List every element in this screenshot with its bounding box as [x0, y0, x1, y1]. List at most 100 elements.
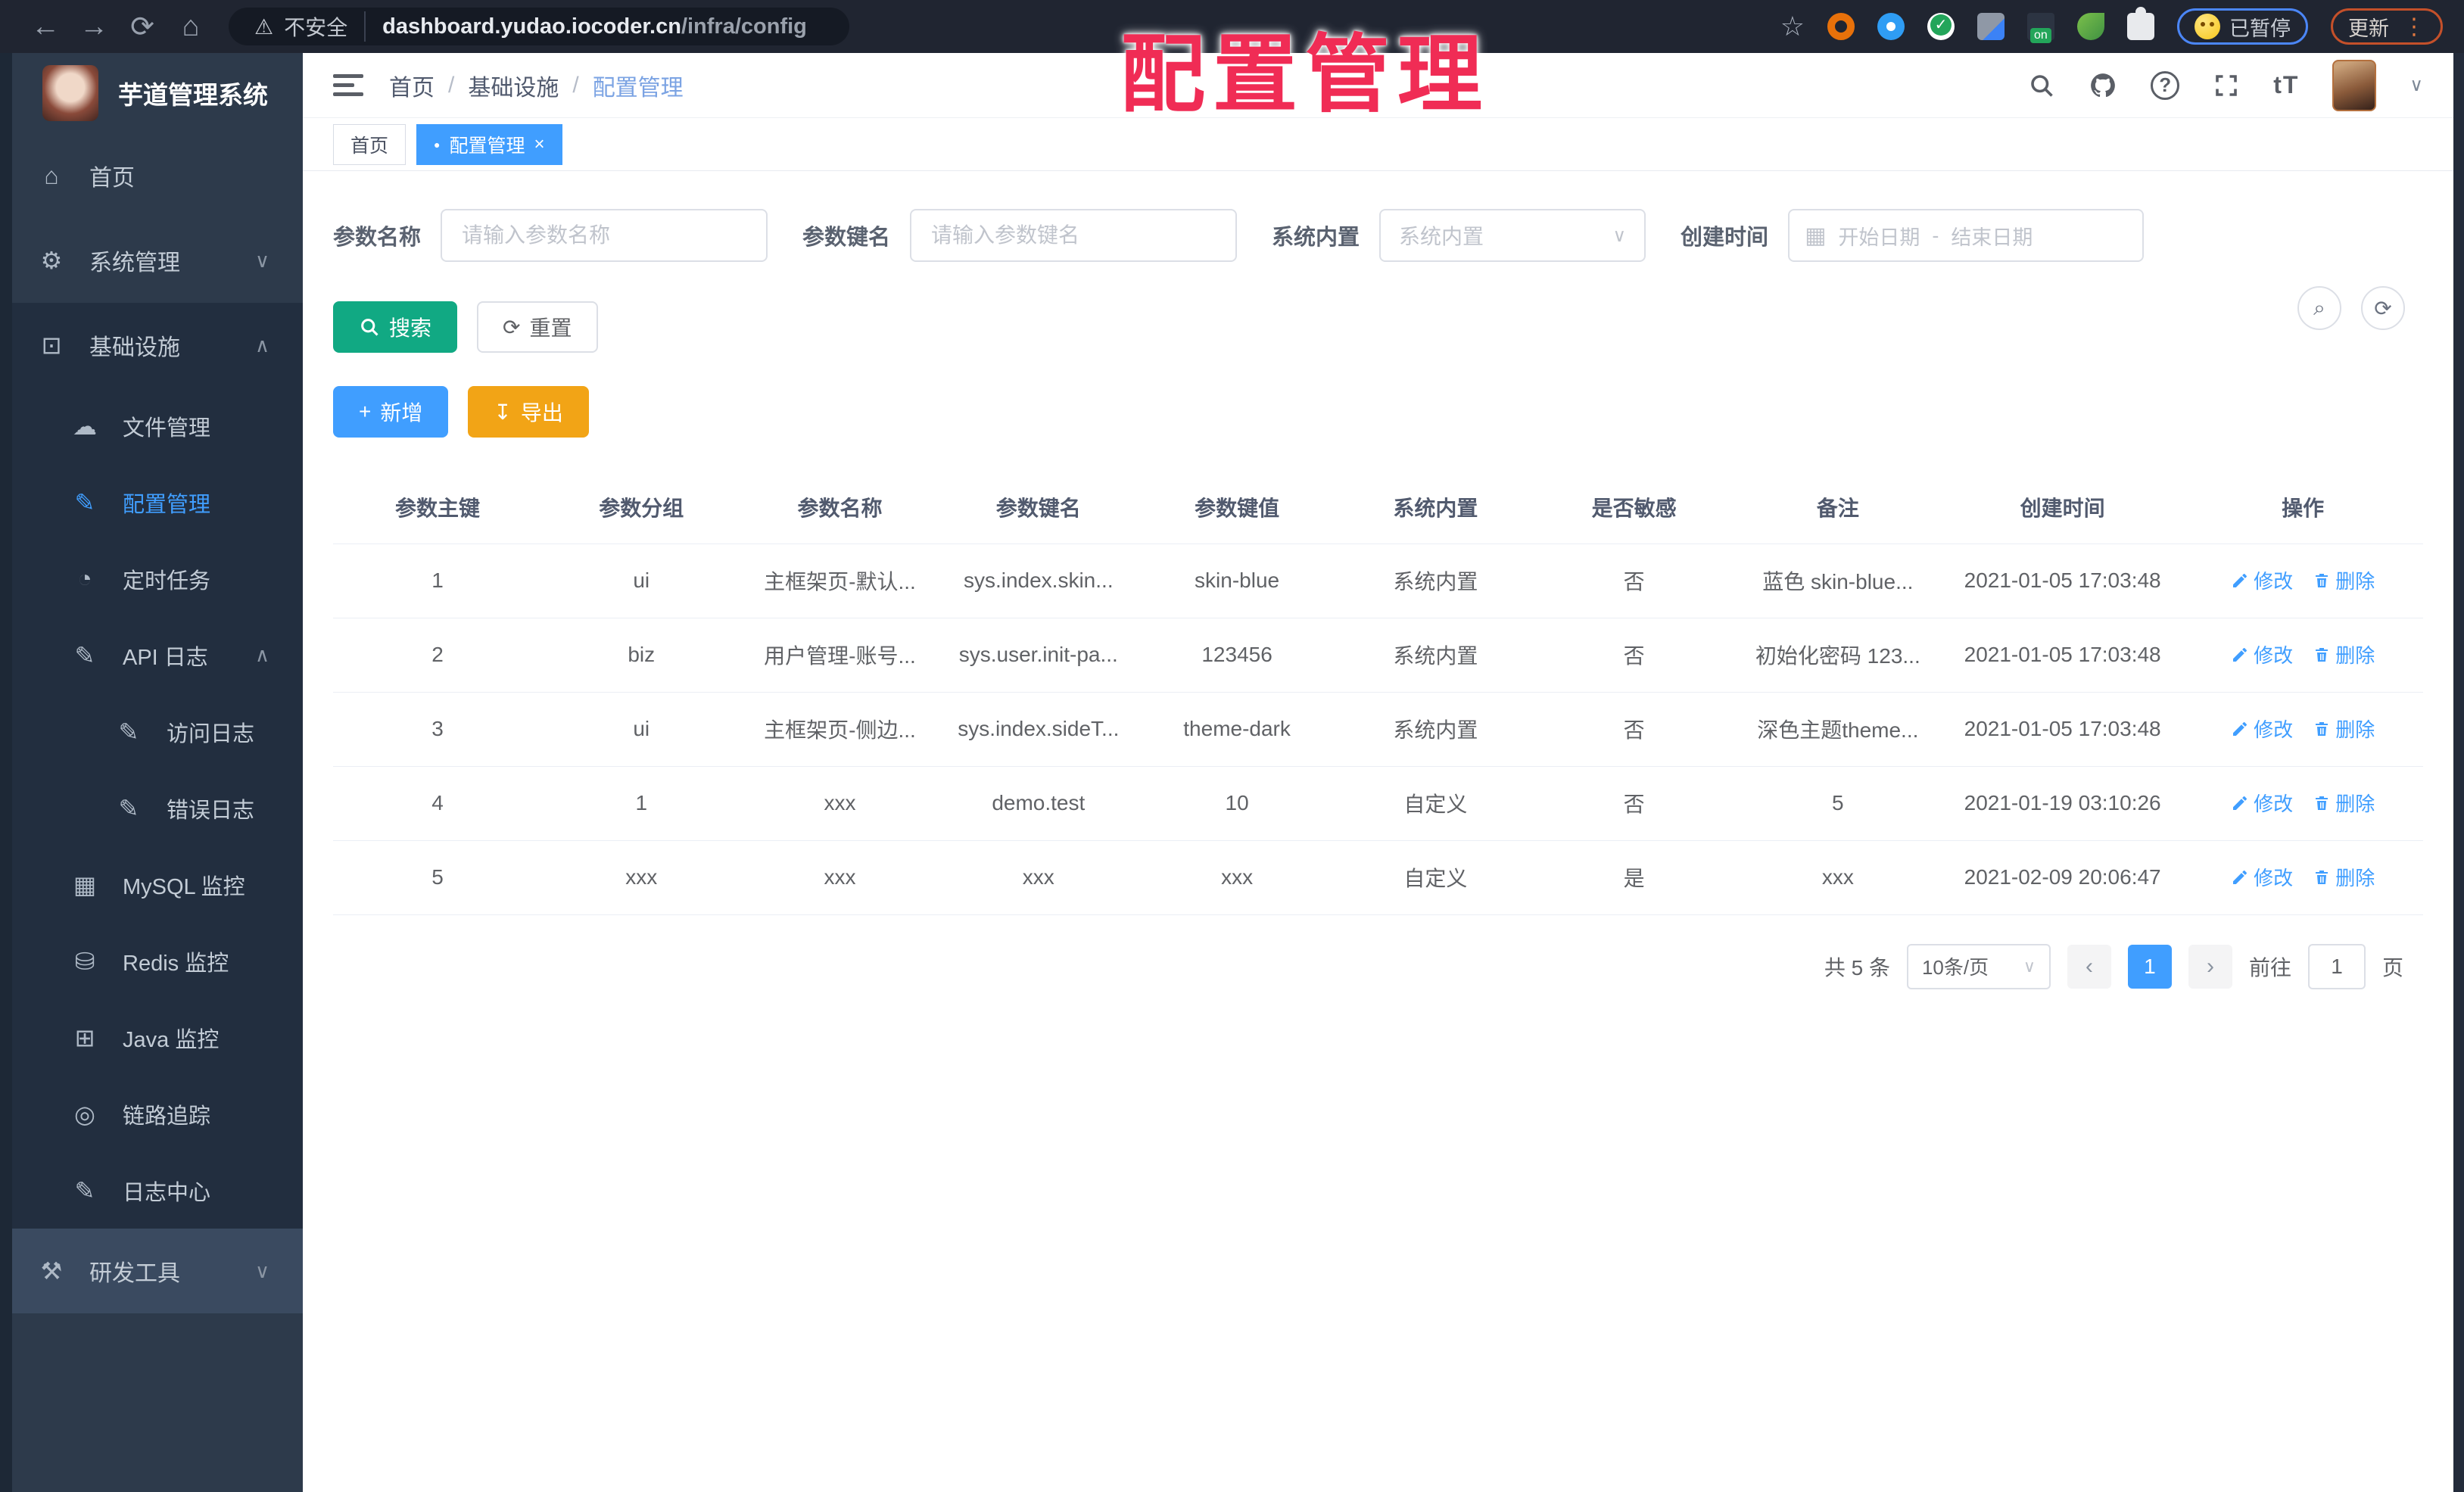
param-key-input[interactable] [910, 209, 1238, 262]
avatar[interactable] [2332, 59, 2377, 111]
tab-config-manage[interactable]: ● 配置管理 × [416, 123, 562, 165]
edit-link[interactable]: 修改 [2231, 566, 2293, 594]
export-button[interactable]: ↧ 导出 [468, 386, 589, 438]
avatar-caret-icon[interactable]: ∨ [2409, 74, 2423, 96]
close-icon[interactable]: × [534, 134, 545, 155]
delete-link[interactable]: 删除 [2313, 715, 2375, 743]
sidebar-item-dev-tools[interactable]: ⚒ 研发工具 ∨ [0, 1229, 303, 1313]
github-icon[interactable] [2089, 71, 2117, 100]
extension-leaf-icon[interactable] [2077, 13, 2104, 40]
filter-form: 参数名称 参数键名 系统内置 系统内置 ∨ 创建时间 [333, 209, 2423, 262]
not-secure-label[interactable]: 不安全 [284, 11, 366, 42]
cell-sensitive: 是 [1534, 840, 1734, 915]
extension-cube-icon[interactable] [1977, 13, 2005, 40]
cell-key: sys.index.sideT... [939, 692, 1138, 767]
total-count: 共 5 条 [1824, 955, 1890, 980]
add-button[interactable]: + 新增 [333, 386, 449, 438]
cell-builtin: 自定义 [1336, 840, 1535, 915]
chevron-down-icon: ∨ [2023, 956, 2036, 976]
builtin-select[interactable]: 系统内置 ∨ [1379, 209, 1646, 262]
page-scrollbar[interactable] [2453, 53, 2464, 1492]
delete-link[interactable]: 删除 [2313, 789, 2375, 817]
browser-back-button[interactable]: ← [21, 11, 70, 43]
extension-on-icon[interactable]: on [2027, 13, 2054, 43]
sidebar-item-log-center[interactable]: ✎ 日志中心 [0, 1152, 303, 1229]
sidebar-item-home[interactable]: ⌂ 首页 [0, 133, 303, 218]
breadcrumb-home[interactable]: 首页 [389, 69, 435, 102]
chevron-up-icon: ∧ [254, 333, 269, 357]
log-icon: ✎ [118, 794, 139, 822]
trash-icon [2316, 796, 2328, 810]
browser-home-button[interactable]: ⌂ [167, 11, 215, 43]
sidebar-item-trace[interactable]: ◎ 链路追踪 [0, 1076, 303, 1152]
log-icon: ✎ [118, 718, 139, 746]
browser-update-button[interactable]: 更新 ⋮ [2331, 8, 2443, 45]
browser-menu-icon[interactable]: ⋮ [2403, 14, 2425, 40]
sidebar-item-api-log[interactable]: ✎ API 日志 ∧ [0, 617, 303, 693]
sidebar-item-scheduled-task[interactable]: ◔ 定时任务 [0, 540, 303, 617]
refresh-icon: ⟳ [503, 315, 521, 339]
created-time-label: 创建时间 [1681, 226, 1769, 250]
page-size-select[interactable]: 10条/页 ∨ [1906, 943, 2051, 989]
sidebar-item-mysql-monitor[interactable]: ▦ MySQL 监控 [0, 846, 303, 923]
monitor-icon: ⊡ [41, 332, 62, 359]
next-page-button[interactable]: › [2188, 944, 2232, 989]
collapse-sidebar-icon[interactable] [333, 73, 363, 97]
url-host: dashboard.yudao.iocoder.cn [382, 14, 681, 39]
active-dot-icon: ● [434, 138, 441, 151]
sidebar-item-file-manage[interactable]: ☁ 文件管理 [0, 388, 303, 464]
goto-page-input[interactable] [2307, 943, 2366, 989]
search-icon[interactable] [2028, 72, 2055, 99]
sidebar-item-java-monitor[interactable]: ⊞ Java 监控 [0, 999, 303, 1076]
fullscreen-icon[interactable] [2213, 72, 2240, 99]
sidebar-item-access-log[interactable]: ✎ 访问日志 [0, 693, 303, 770]
builtin-label: 系统内置 [1272, 226, 1360, 250]
java-icon: ⊞ [74, 1023, 95, 1051]
cell-name: xxx [740, 840, 939, 915]
help-icon[interactable]: ? [2151, 70, 2180, 100]
bookmark-star-icon[interactable]: ☆ [1780, 11, 1805, 42]
log-icon: ✎ [74, 641, 95, 669]
cell-created: 2021-01-19 03:10:26 [1942, 766, 2183, 841]
delete-link[interactable]: 删除 [2313, 566, 2375, 594]
download-icon: ↧ [494, 400, 512, 424]
address-bar[interactable]: ⚠ 不安全 dashboard.yudao.iocoder.cn/infra/c… [229, 8, 849, 45]
cell-group: ui [542, 692, 741, 767]
trash-icon [2316, 870, 2328, 884]
page-1-button[interactable]: 1 [2127, 944, 2172, 989]
extensions-puzzle-icon[interactable] [2127, 7, 2154, 40]
sidebar-item-error-log[interactable]: ✎ 错误日志 [0, 770, 303, 846]
edit-link[interactable]: 修改 [2231, 640, 2293, 668]
refresh-table-button[interactable]: ⟳ [2361, 286, 2405, 330]
edit-link[interactable]: 修改 [2231, 863, 2293, 891]
profile-paused-badge[interactable]: 已暂停 [2177, 8, 2308, 45]
sidebar-item-redis-monitor[interactable]: ⛁ Redis 监控 [0, 923, 303, 999]
extension-donut-icon[interactable] [1827, 13, 1855, 40]
cell-name: 用户管理-账号... [740, 618, 939, 693]
browser-forward-button[interactable]: → [70, 11, 118, 43]
delete-link[interactable]: 删除 [2313, 863, 2375, 891]
delete-link[interactable]: 删除 [2313, 640, 2375, 668]
sidebar-logo: 芋道管理系统 [0, 53, 303, 133]
show-search-toggle-button[interactable]: ⌕ [2297, 286, 2341, 330]
date-range-picker[interactable]: ▦ 开始日期 - 结束日期 [1788, 209, 2145, 262]
cell-builtin: 自定义 [1336, 766, 1535, 841]
browser-reload-button[interactable]: ⟳ [118, 10, 167, 44]
font-size-icon[interactable]: tT [2273, 71, 2299, 99]
sidebar-item-infra[interactable]: ⊡ 基础设施 ∧ [0, 303, 303, 388]
search-button[interactable]: 搜索 [333, 301, 458, 353]
extension-pin-icon[interactable] [1877, 13, 1905, 40]
config-table: 参数主键 参数分组 参数名称 参数键名 参数键值 系统内置 是否敏感 备注 创建… [333, 471, 2423, 915]
param-name-input[interactable] [441, 209, 768, 262]
sidebar-item-system[interactable]: ⚙ 系统管理 ∨ [0, 218, 303, 303]
edit-link[interactable]: 修改 [2231, 789, 2293, 817]
reset-button[interactable]: ⟳ 重置 [477, 301, 598, 353]
end-date-placeholder: 结束日期 [1951, 226, 2033, 249]
sidebar-item-config-manage[interactable]: ✎ 配置管理 [0, 464, 303, 540]
edit-link[interactable]: 修改 [2231, 715, 2293, 743]
tab-home[interactable]: 首页 [333, 123, 407, 165]
prev-page-button[interactable]: ‹ [2067, 944, 2111, 989]
page-unit-label: 页 [2381, 955, 2403, 980]
breadcrumb-infra[interactable]: 基础设施 [468, 69, 559, 102]
extension-check-icon[interactable] [1927, 13, 1955, 40]
